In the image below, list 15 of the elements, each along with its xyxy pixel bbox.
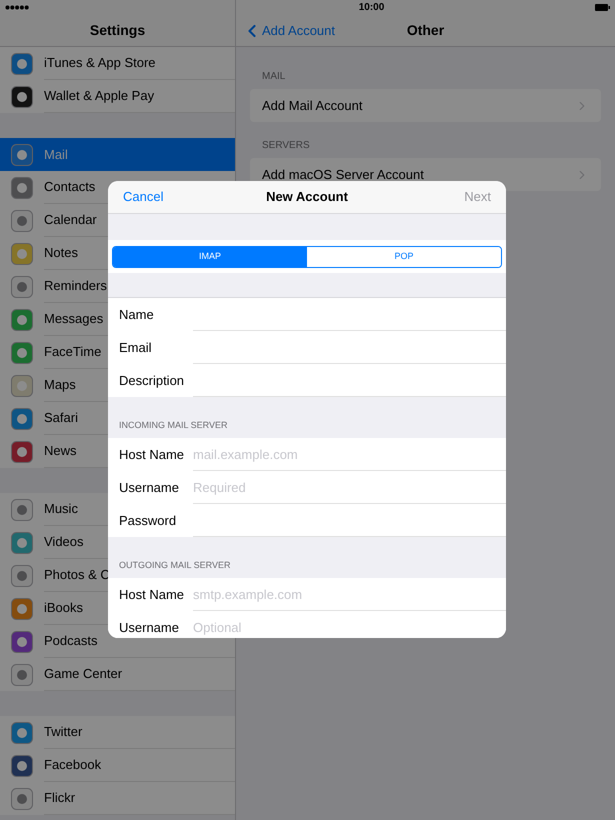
- field-label: Username: [119, 478, 180, 497]
- field-label: Email: [119, 338, 153, 357]
- field-label: Description: [119, 372, 186, 390]
- section-header: SERVERS: [261, 139, 311, 153]
- field-label: Password: [119, 512, 178, 530]
- field-label: Name: [119, 306, 155, 324]
- field-label: Host Name: [119, 446, 186, 464]
- field-label: Host Name: [119, 586, 186, 604]
- sidebar-title: Settings: [90, 21, 146, 40]
- status-time: 10:00: [358, 1, 384, 15]
- section-header: INCOMING MAIL SERVER: [119, 418, 228, 432]
- detail-title: Other: [406, 21, 444, 40]
- section-header: OUTGOING MAIL SERVER: [119, 558, 231, 572]
- section-header: MAIL: [261, 70, 286, 84]
- modal-title: New Account: [266, 188, 348, 206]
